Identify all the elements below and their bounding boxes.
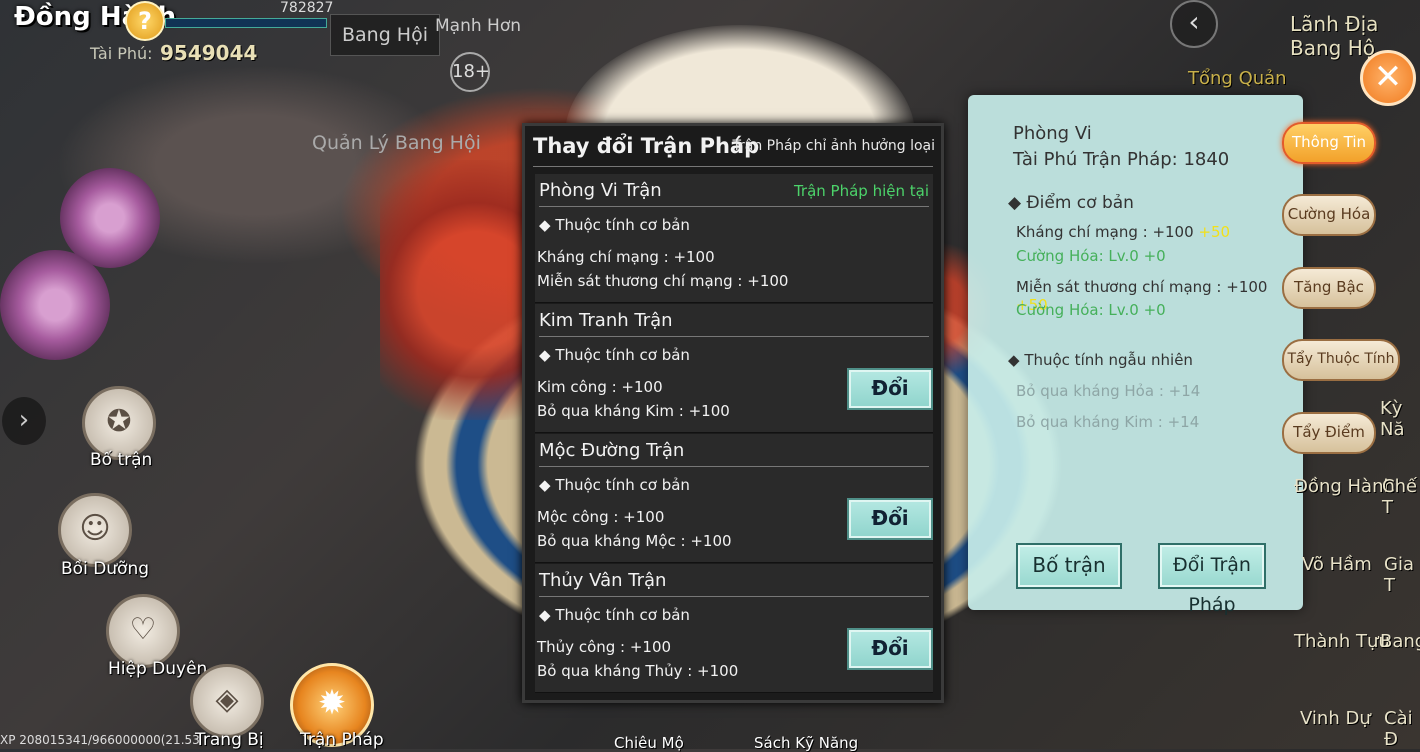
xp-readout: XP 208015341/966000000(21.53	[0, 733, 200, 747]
array-name: Thủy Vân Trận	[539, 570, 667, 591]
honor-label[interactable]: Vinh Dự	[1300, 708, 1371, 729]
array-info-panel: Phòng Vi Tài Phú Trận Pháp: 1840 ◆ Điểm …	[968, 95, 1303, 616]
chevron-right-icon[interactable]: ›	[2, 397, 46, 445]
basic-title-text: Điểm cơ bản	[1026, 193, 1134, 213]
nurture-label: Bồi Dưỡng	[61, 559, 150, 579]
array-card: Phòng Vi Trận Trận Pháp hiện tại ◆ Thuộc…	[535, 174, 933, 303]
nurture-icon[interactable]: ☺	[58, 493, 132, 567]
hp-bar	[165, 18, 327, 28]
formation-button[interactable]: Bố trận	[1016, 543, 1122, 589]
enhance-line: Cường Hóa: Lv.0 +0	[1016, 247, 1166, 265]
random-title-text: Thuộc tính ngẫu nhiên	[1024, 351, 1193, 369]
basic-attr: Kháng chí mạng : +100 +50	[1016, 223, 1230, 241]
tab-info[interactable]: Thông Tin	[1282, 122, 1376, 164]
stronger-button[interactable]: Mạnh Hơn	[435, 16, 521, 36]
attr-heading: ◆ Thuộc tính cơ bản	[539, 346, 690, 364]
attr-line: Bỏ qua kháng Mộc : +100	[537, 532, 732, 550]
hp-value: 782827	[280, 0, 334, 16]
attr-text: Kháng chí mạng : +100	[1016, 223, 1194, 241]
guild-button[interactable]: Bang Hội	[330, 14, 440, 56]
bond-icon[interactable]: ♡	[106, 594, 180, 668]
equipment-label: Trang Bị	[195, 730, 264, 750]
swap-button[interactable]: Đổi	[847, 368, 933, 410]
bond-label: Hiệp Duyên	[108, 659, 208, 679]
tab-reroll-attr[interactable]: Tẩy Thuộc Tính	[1282, 339, 1400, 381]
recruit-label[interactable]: Chiêu Mộ	[614, 734, 684, 752]
attr-heading-text: Thuộc tính cơ bản	[555, 216, 690, 234]
ky-label[interactable]: Kỳ Nă	[1380, 398, 1420, 440]
tab-reset-points[interactable]: Tẩy Điểm	[1282, 412, 1376, 454]
array-card: Thủy Vân Trận ◆ Thuộc tính cơ bản Thủy c…	[535, 564, 933, 693]
formation-icon[interactable]: ✪	[82, 386, 156, 460]
divider	[539, 206, 929, 207]
divider	[539, 466, 929, 467]
array-name: Phòng Vi Trận	[539, 180, 662, 201]
attr-line: Bỏ qua kháng Kim : +100	[537, 402, 730, 420]
array-label: Trận Pháp	[300, 730, 384, 750]
equipment-icon[interactable]: ◈	[190, 664, 264, 738]
attr-line: Thủy công : +100	[537, 638, 672, 656]
bang-label[interactable]: Bang	[1380, 631, 1420, 652]
skill-book-label[interactable]: Sách Kỹ Năng	[754, 734, 858, 752]
tab-enhance[interactable]: Cường Hóa	[1282, 194, 1376, 236]
attr-text: Miễn sát thương chí mạng : +100	[1016, 278, 1268, 296]
dialog-title: Thay đổi Trận Pháp	[533, 134, 760, 158]
vo-ham-label[interactable]: Võ Hầm	[1302, 554, 1372, 575]
help-icon[interactable]: ?	[125, 1, 165, 41]
attr-heading-text: Thuộc tính cơ bản	[555, 346, 690, 364]
formation-label: Bố trận	[90, 450, 153, 470]
companion-side-label[interactable]: Đồng Hành	[1294, 476, 1395, 497]
attr-heading: ◆ Thuộc tính cơ bản	[539, 476, 690, 494]
enhance-text: Cường Hóa: Lv.0	[1016, 247, 1139, 265]
random-attr: Bỏ qua kháng Kim : +14	[1016, 413, 1200, 431]
divider	[539, 596, 929, 597]
enhance-bonus: +0	[1143, 301, 1166, 319]
change-array-dialog: Thay đổi Trận Pháp Trận Pháp chỉ ảnh hưở…	[522, 123, 944, 703]
array-name: Kim Tranh Trận	[539, 310, 673, 331]
background-umbrella	[0, 250, 110, 360]
achievement-label[interactable]: Thành Tựu	[1294, 631, 1390, 652]
attr-line: Kháng chí mạng : +100	[537, 248, 715, 266]
wealth-value: 9549044	[160, 41, 258, 65]
dialog-hint: Trận Pháp chỉ ảnh hưởng loại	[732, 138, 935, 154]
attr-line: Bỏ qua kháng Thủy : +100	[537, 662, 739, 680]
divider	[539, 336, 929, 337]
attr-heading: ◆ Thuộc tính cơ bản	[539, 606, 690, 624]
tab-upgrade[interactable]: Tăng Bậc	[1282, 267, 1376, 309]
guild-manage-label: Quản Lý Bang Hội	[312, 132, 481, 154]
basic-section-title: ◆ Điểm cơ bản	[1008, 193, 1134, 213]
random-section-title: ◆ Thuộc tính ngẫu nhiên	[1008, 351, 1193, 369]
array-wealth: Tài Phú Trận Pháp: 1840	[1013, 149, 1230, 170]
enhance-bonus: +0	[1143, 247, 1166, 265]
swap-button[interactable]: Đổi	[847, 628, 933, 670]
attr-heading-text: Thuộc tính cơ bản	[555, 606, 690, 624]
enhance-line: Cường Hóa: Lv.0 +0	[1016, 301, 1166, 319]
enhance-text: Cường Hóa: Lv.0	[1016, 301, 1139, 319]
attr-line: Kim công : +100	[537, 378, 663, 396]
settings-label[interactable]: Cài Đ	[1384, 708, 1420, 750]
close-icon[interactable]: ✕	[1360, 50, 1416, 106]
array-card: Kim Tranh Trận ◆ Thuộc tính cơ bản Kim c…	[535, 304, 933, 433]
attr-heading-text: Thuộc tính cơ bản	[555, 476, 690, 494]
attr-line: Miễn sát thương chí mạng : +100	[537, 272, 789, 290]
craft-label[interactable]: Chế T	[1382, 476, 1420, 518]
attr-line: Mộc công : +100	[537, 508, 665, 526]
change-array-button[interactable]: Đổi Trận Pháp	[1158, 543, 1266, 616]
tong-quan-label: Tổng Quản	[1188, 68, 1287, 89]
random-attr: Bỏ qua kháng Hỏa : +14	[1016, 382, 1201, 400]
back-icon[interactable]: ‹	[1170, 0, 1218, 48]
array-name: Mộc Đường Trận	[539, 440, 685, 461]
swap-button[interactable]: Đổi	[847, 498, 933, 540]
current-array-badge: Trận Pháp hiện tại	[793, 182, 929, 200]
divider	[533, 166, 933, 167]
age-rating-badge: 18+	[450, 52, 490, 92]
array-card: Mộc Đường Trận ◆ Thuộc tính cơ bản Mộc c…	[535, 434, 933, 563]
array-name: Phòng Vi	[1013, 123, 1092, 144]
attr-heading: ◆ Thuộc tính cơ bản	[539, 216, 690, 234]
wealth-label: Tài Phú:	[90, 44, 153, 63]
attr-bonus: +50	[1198, 223, 1231, 241]
gia-label[interactable]: Gia T	[1384, 554, 1420, 596]
